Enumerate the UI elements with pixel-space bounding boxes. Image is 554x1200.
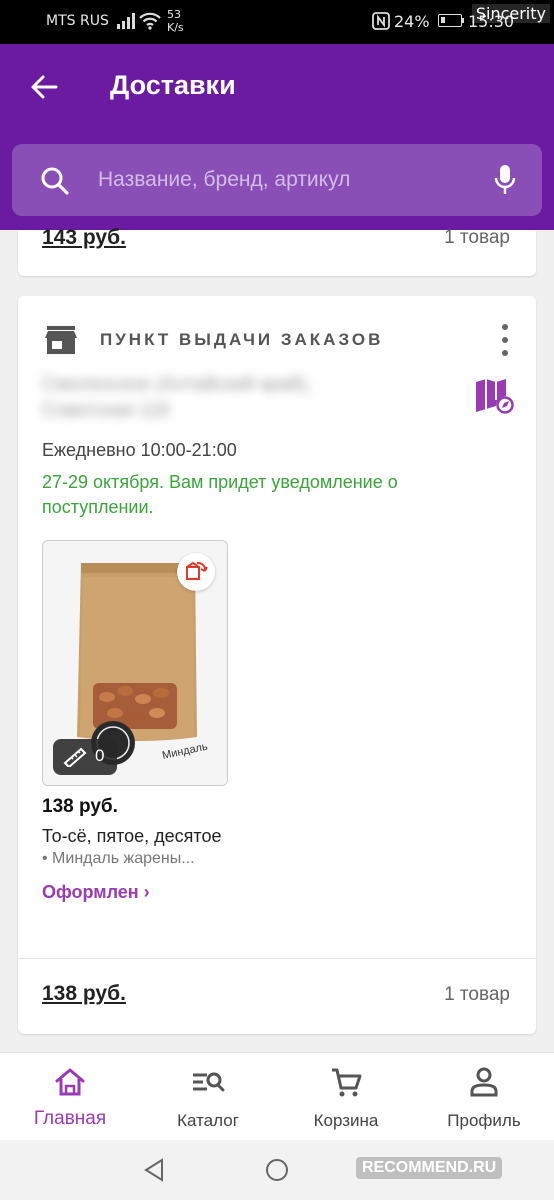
- nav-home-label: Главная: [33, 1108, 107, 1129]
- watermark-top: Sincerity: [471, 4, 550, 23]
- previous-total-price[interactable]: 143 руб.: [42, 226, 126, 250]
- arrow-left-icon[interactable]: [28, 71, 60, 103]
- wifi-icon: [139, 12, 161, 30]
- pickup-address: Смоленское (Алтайский край), Советская 1…: [42, 374, 312, 421]
- order-status-link[interactable]: Оформлен ›: [42, 882, 150, 903]
- catalog-search-icon: [193, 1072, 225, 1092]
- cart-icon: [332, 1068, 362, 1097]
- page-title: Доставки: [110, 70, 236, 100]
- network-speed-unit: K/s: [167, 21, 184, 34]
- nav-home[interactable]: Главная: [14, 1053, 126, 1141]
- product-name: То-сё, пятое, десятое: [42, 826, 222, 846]
- microphone-icon[interactable]: [494, 164, 516, 196]
- nav-catalog[interactable]: Каталог: [152, 1053, 264, 1141]
- search-input[interactable]: Название, бренд, артикул: [12, 144, 542, 216]
- battery-icon: [438, 14, 462, 27]
- product-price: 138 руб.: [42, 796, 118, 817]
- item-count: 1 товар: [444, 984, 510, 1005]
- bottom-navigation: Главная Каталог Корзина Профиль: [0, 1052, 554, 1140]
- size-count: 0: [95, 746, 105, 765]
- previous-delivery-card: 143 руб. 1 товар: [18, 226, 536, 276]
- home-icon: [55, 1068, 85, 1096]
- nav-cart[interactable]: Корзина: [290, 1053, 402, 1141]
- person-icon: [470, 1067, 498, 1097]
- more-options-icon[interactable]: [498, 324, 512, 356]
- nav-catalog-label: Каталог: [177, 1111, 239, 1130]
- exchange-icon: [177, 553, 215, 591]
- pickup-hours: Ежедневно 10:00-21:00: [42, 440, 237, 460]
- delivery-note: 27-29 октября. Вам придет уведомление о …: [42, 472, 398, 517]
- pickup-point-title: ПУНКТ ВЫДАЧИ ЗАКАЗОВ: [100, 330, 384, 349]
- pickup-delivery-card: ПУНКТ ВЫДАЧИ ЗАКАЗОВ Смоленское (Алтайск…: [18, 296, 536, 1034]
- previous-item-count: 1 товар: [444, 227, 510, 248]
- battery-percent: 24%: [394, 12, 430, 31]
- nav-profile[interactable]: Профиль: [428, 1053, 540, 1141]
- total-price[interactable]: 138 руб.: [42, 982, 126, 1006]
- store-icon: [45, 326, 77, 354]
- map-icon[interactable]: [474, 378, 514, 414]
- back-triangle-icon[interactable]: [142, 1158, 166, 1182]
- search-icon: [41, 167, 69, 195]
- network-speed: 53 K/s: [167, 8, 184, 34]
- status-bar: MTS RUS 53 K/s 24% 15:30 Sincerity: [0, 0, 554, 44]
- home-circle-icon[interactable]: [265, 1158, 289, 1182]
- product-subtitle: • Миндаль жарены...: [42, 850, 195, 867]
- network-speed-value: 53: [167, 8, 181, 21]
- carrier-name: MTS RUS: [46, 13, 109, 29]
- system-navigation-bar: RECOMMEND.RU: [0, 1140, 554, 1200]
- search-placeholder: Название, бренд, артикул: [98, 168, 351, 191]
- watermark-recommend: RECOMMEND.RU: [356, 1157, 503, 1179]
- nav-cart-label: Корзина: [313, 1111, 379, 1130]
- nav-profile-label: Профиль: [447, 1111, 521, 1130]
- signal-icon: [117, 13, 135, 29]
- divider: [18, 958, 536, 959]
- product-image[interactable]: Миндаль 0: [42, 540, 228, 786]
- ruler-icon: [63, 747, 87, 767]
- app-header: Доставки Название, бренд, артикул: [0, 44, 554, 230]
- nfc-icon: [372, 12, 390, 30]
- size-badge[interactable]: 0: [53, 739, 117, 775]
